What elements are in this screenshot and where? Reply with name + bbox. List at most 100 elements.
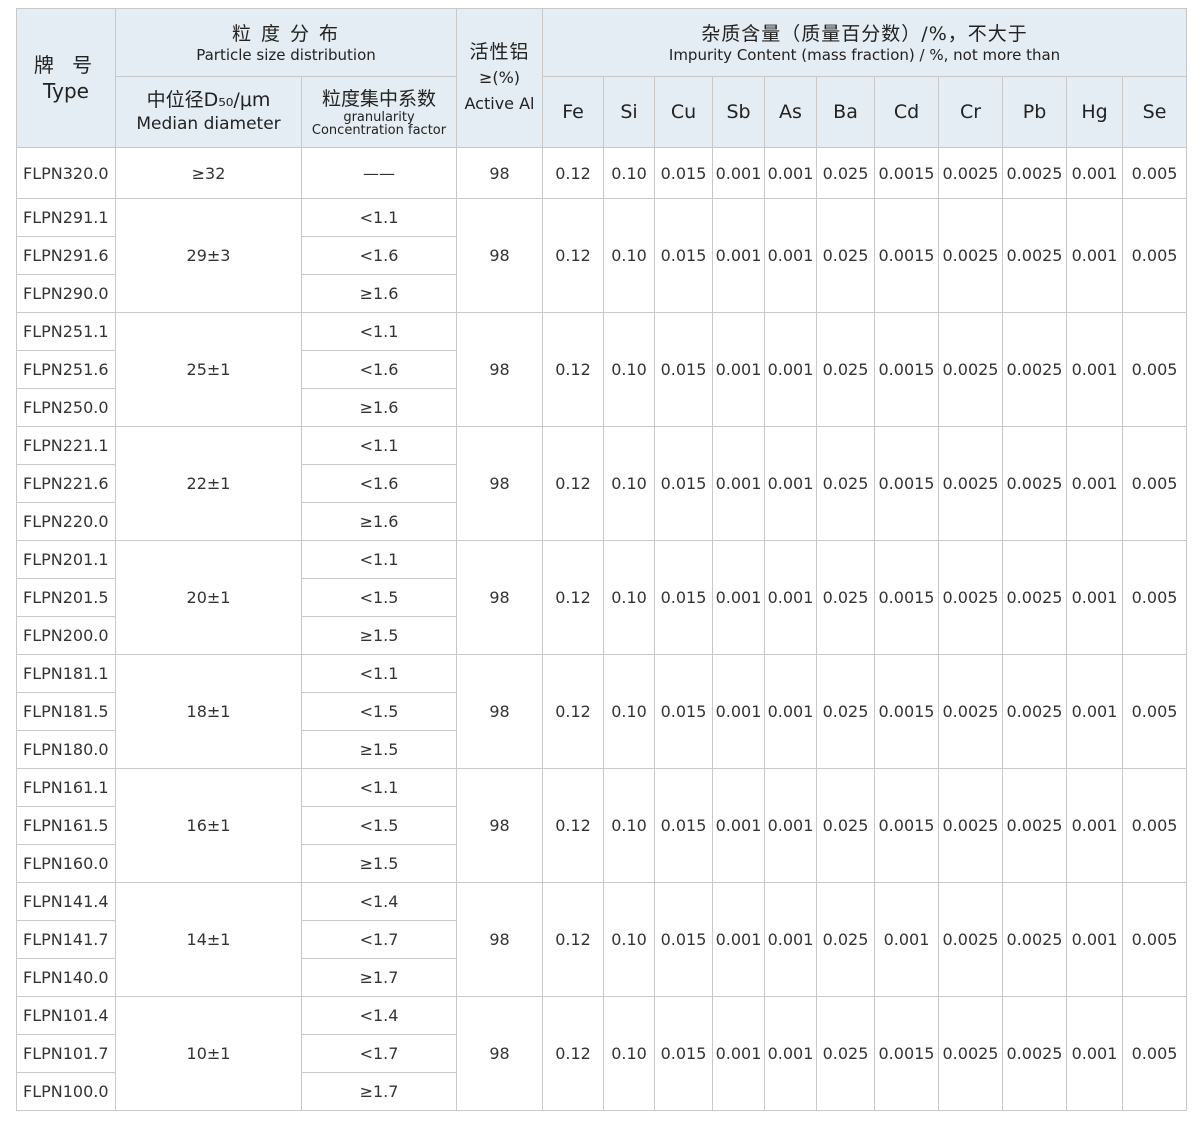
conc-header: 粒度集中系数 granularity Concentration factor xyxy=(301,76,457,148)
type-cell: FLPN220.0 xyxy=(16,502,116,541)
impurity-cell-hg: 0.001 xyxy=(1066,882,1123,997)
median-header-en: Median diameter xyxy=(136,114,281,134)
table-body: FLPN320.0 ≥32 —— 98 0.12 0.10 0.015 0.001 0.001 0… xyxy=(16,147,1188,1111)
impurity-cell-se: 0.005 xyxy=(1121,882,1188,997)
element-header-hg: Hg xyxy=(1066,76,1123,148)
conc-cell: <1.1 xyxy=(301,312,457,351)
conc-cell: <1.5 xyxy=(301,692,457,731)
type-cell: FLPN140.0 xyxy=(16,958,116,997)
impurity-cell-fe: 0.12 xyxy=(542,996,604,1111)
impurity-cell-as: 0.001 xyxy=(764,198,817,313)
conc-cell: <1.6 xyxy=(301,464,457,503)
conc-cell: —— xyxy=(301,147,457,199)
impurity-cell-si: 0.10 xyxy=(603,312,655,427)
impurity-cell-sb: 0.001 xyxy=(712,882,765,997)
impurity-cell-se: 0.005 xyxy=(1121,768,1188,883)
impurity-cell-cr: 0.0025 xyxy=(938,996,1003,1111)
impurity-cell-as: 0.001 xyxy=(764,540,817,655)
impurity-cell-hg: 0.001 xyxy=(1066,312,1123,427)
impurity-cell-cd: 0.0015 xyxy=(874,540,939,655)
impurity-cell-ba: 0.025 xyxy=(816,882,875,997)
type-cell: FLPN100.0 xyxy=(16,1072,116,1111)
active-al-header-sym: ≥(%) xyxy=(478,68,521,87)
impurity-cell-sb: 0.001 xyxy=(712,768,765,883)
element-header-cr: Cr xyxy=(938,76,1003,148)
impurity-cell-as: 0.001 xyxy=(764,882,817,997)
conc-cell: ≥1.7 xyxy=(301,958,457,997)
conc-cell: ≥1.5 xyxy=(301,844,457,883)
conc-cell: <1.6 xyxy=(301,350,457,389)
conc-cell: ≥1.5 xyxy=(301,616,457,655)
median-cell: 16±1 xyxy=(115,768,302,883)
median-cell: 29±3 xyxy=(115,198,302,313)
impurity-cell-cr: 0.0025 xyxy=(938,312,1003,427)
impurity-cell-se: 0.005 xyxy=(1121,312,1188,427)
active-al-cell: 98 xyxy=(456,147,543,199)
conc-cell: ≥1.6 xyxy=(301,388,457,427)
type-cell: FLPN221.6 xyxy=(16,464,116,503)
element-header-se: Se xyxy=(1121,76,1188,148)
impurity-cell-cu: 0.015 xyxy=(654,198,713,313)
table-row: FLPN320.0 ≥32 —— 98 0.12 0.10 0.015 0.001 0.001 0… xyxy=(16,147,1188,199)
impurity-cell-se: 0.005 xyxy=(1121,147,1188,199)
impurity-cell-as: 0.001 xyxy=(764,312,817,427)
conc-cell: <1.1 xyxy=(301,654,457,693)
impurity-cell-se: 0.005 xyxy=(1121,654,1188,769)
median-cell: 10±1 xyxy=(115,996,302,1111)
impurity-cell-fe: 0.12 xyxy=(542,768,604,883)
type-cell: FLPN161.5 xyxy=(16,806,116,845)
impurity-cell-fe: 0.12 xyxy=(542,882,604,997)
table-row: FLPN201.1 20±1 <1.1 98 0.12 0.10 0.015 0.001 0.0… xyxy=(16,540,1188,655)
median-cell: 20±1 xyxy=(115,540,302,655)
impurity-cell-as: 0.001 xyxy=(764,996,817,1111)
table-row: FLPN291.1 29±3 <1.1 98 0.12 0.10 0.015 0.001 0.0… xyxy=(16,198,1188,313)
impurity-cell-hg: 0.001 xyxy=(1066,654,1123,769)
impurity-cell-hg: 0.001 xyxy=(1066,198,1123,313)
impurity-cell-si: 0.10 xyxy=(603,654,655,769)
impurity-cell-si: 0.10 xyxy=(603,426,655,541)
impurity-cell-cd: 0.0015 xyxy=(874,198,939,313)
impurity-cell-se: 0.005 xyxy=(1121,198,1188,313)
impurity-cell-ba: 0.025 xyxy=(816,426,875,541)
impurity-cell-cr: 0.0025 xyxy=(938,882,1003,997)
element-header-sb: Sb xyxy=(712,76,765,148)
element-header-fe: Fe xyxy=(542,76,604,148)
impurity-cell-cu: 0.015 xyxy=(654,540,713,655)
impurity-cell-se: 0.005 xyxy=(1121,540,1188,655)
type-cell: FLPN101.4 xyxy=(16,996,116,1035)
psd-header-en: Particle size distribution xyxy=(196,45,376,64)
impurity-cell-hg: 0.001 xyxy=(1066,996,1123,1111)
impurity-cell-sb: 0.001 xyxy=(712,147,765,199)
active-al-cell: 98 xyxy=(456,882,543,997)
conc-cell: <1.4 xyxy=(301,882,457,921)
type-cell: FLPN251.1 xyxy=(16,312,116,351)
conc-cell: <1.1 xyxy=(301,768,457,807)
median-header-cn: 中位径D₅₀/μm xyxy=(146,89,271,111)
table-row: FLPN181.1 18±1 <1.1 98 0.12 0.10 0.015 0.001 0.0… xyxy=(16,654,1188,769)
active-al-cell: 98 xyxy=(456,996,543,1111)
impurity-cell-fe: 0.12 xyxy=(542,426,604,541)
element-header-cd: Cd xyxy=(874,76,939,148)
impurity-cell-cd: 0.0015 xyxy=(874,996,939,1111)
element-header-ba: Ba xyxy=(816,76,875,148)
impurity-cell-cu: 0.015 xyxy=(654,426,713,541)
impurity-cell-fe: 0.12 xyxy=(542,654,604,769)
median-cell: 14±1 xyxy=(115,882,302,997)
impurity-header-en: Impurity Content (mass fraction) / %, no… xyxy=(668,45,1061,64)
type-cell: FLPN160.0 xyxy=(16,844,116,883)
element-header-cu: Cu xyxy=(654,76,713,148)
psd-header: 粒 度 分 布 Particle size distribution xyxy=(115,8,457,77)
impurity-cell-cr: 0.0025 xyxy=(938,768,1003,883)
active-al-cell: 98 xyxy=(456,312,543,427)
impurity-cell-cu: 0.015 xyxy=(654,312,713,427)
table-row: FLPN161.1 16±1 <1.1 98 0.12 0.10 0.015 0.001 0.0… xyxy=(16,768,1188,883)
impurity-cell-as: 0.001 xyxy=(764,147,817,199)
type-cell: FLPN200.0 xyxy=(16,616,116,655)
active-al-cell: 98 xyxy=(456,768,543,883)
table-row: FLPN221.1 22±1 <1.1 98 0.12 0.10 0.015 0.001 0.0… xyxy=(16,426,1188,541)
impurity-cell-sb: 0.001 xyxy=(712,198,765,313)
conc-cell: <1.4 xyxy=(301,996,457,1035)
impurity-cell-fe: 0.12 xyxy=(542,147,604,199)
conc-cell: <1.6 xyxy=(301,236,457,275)
element-header-si: Si xyxy=(603,76,655,148)
